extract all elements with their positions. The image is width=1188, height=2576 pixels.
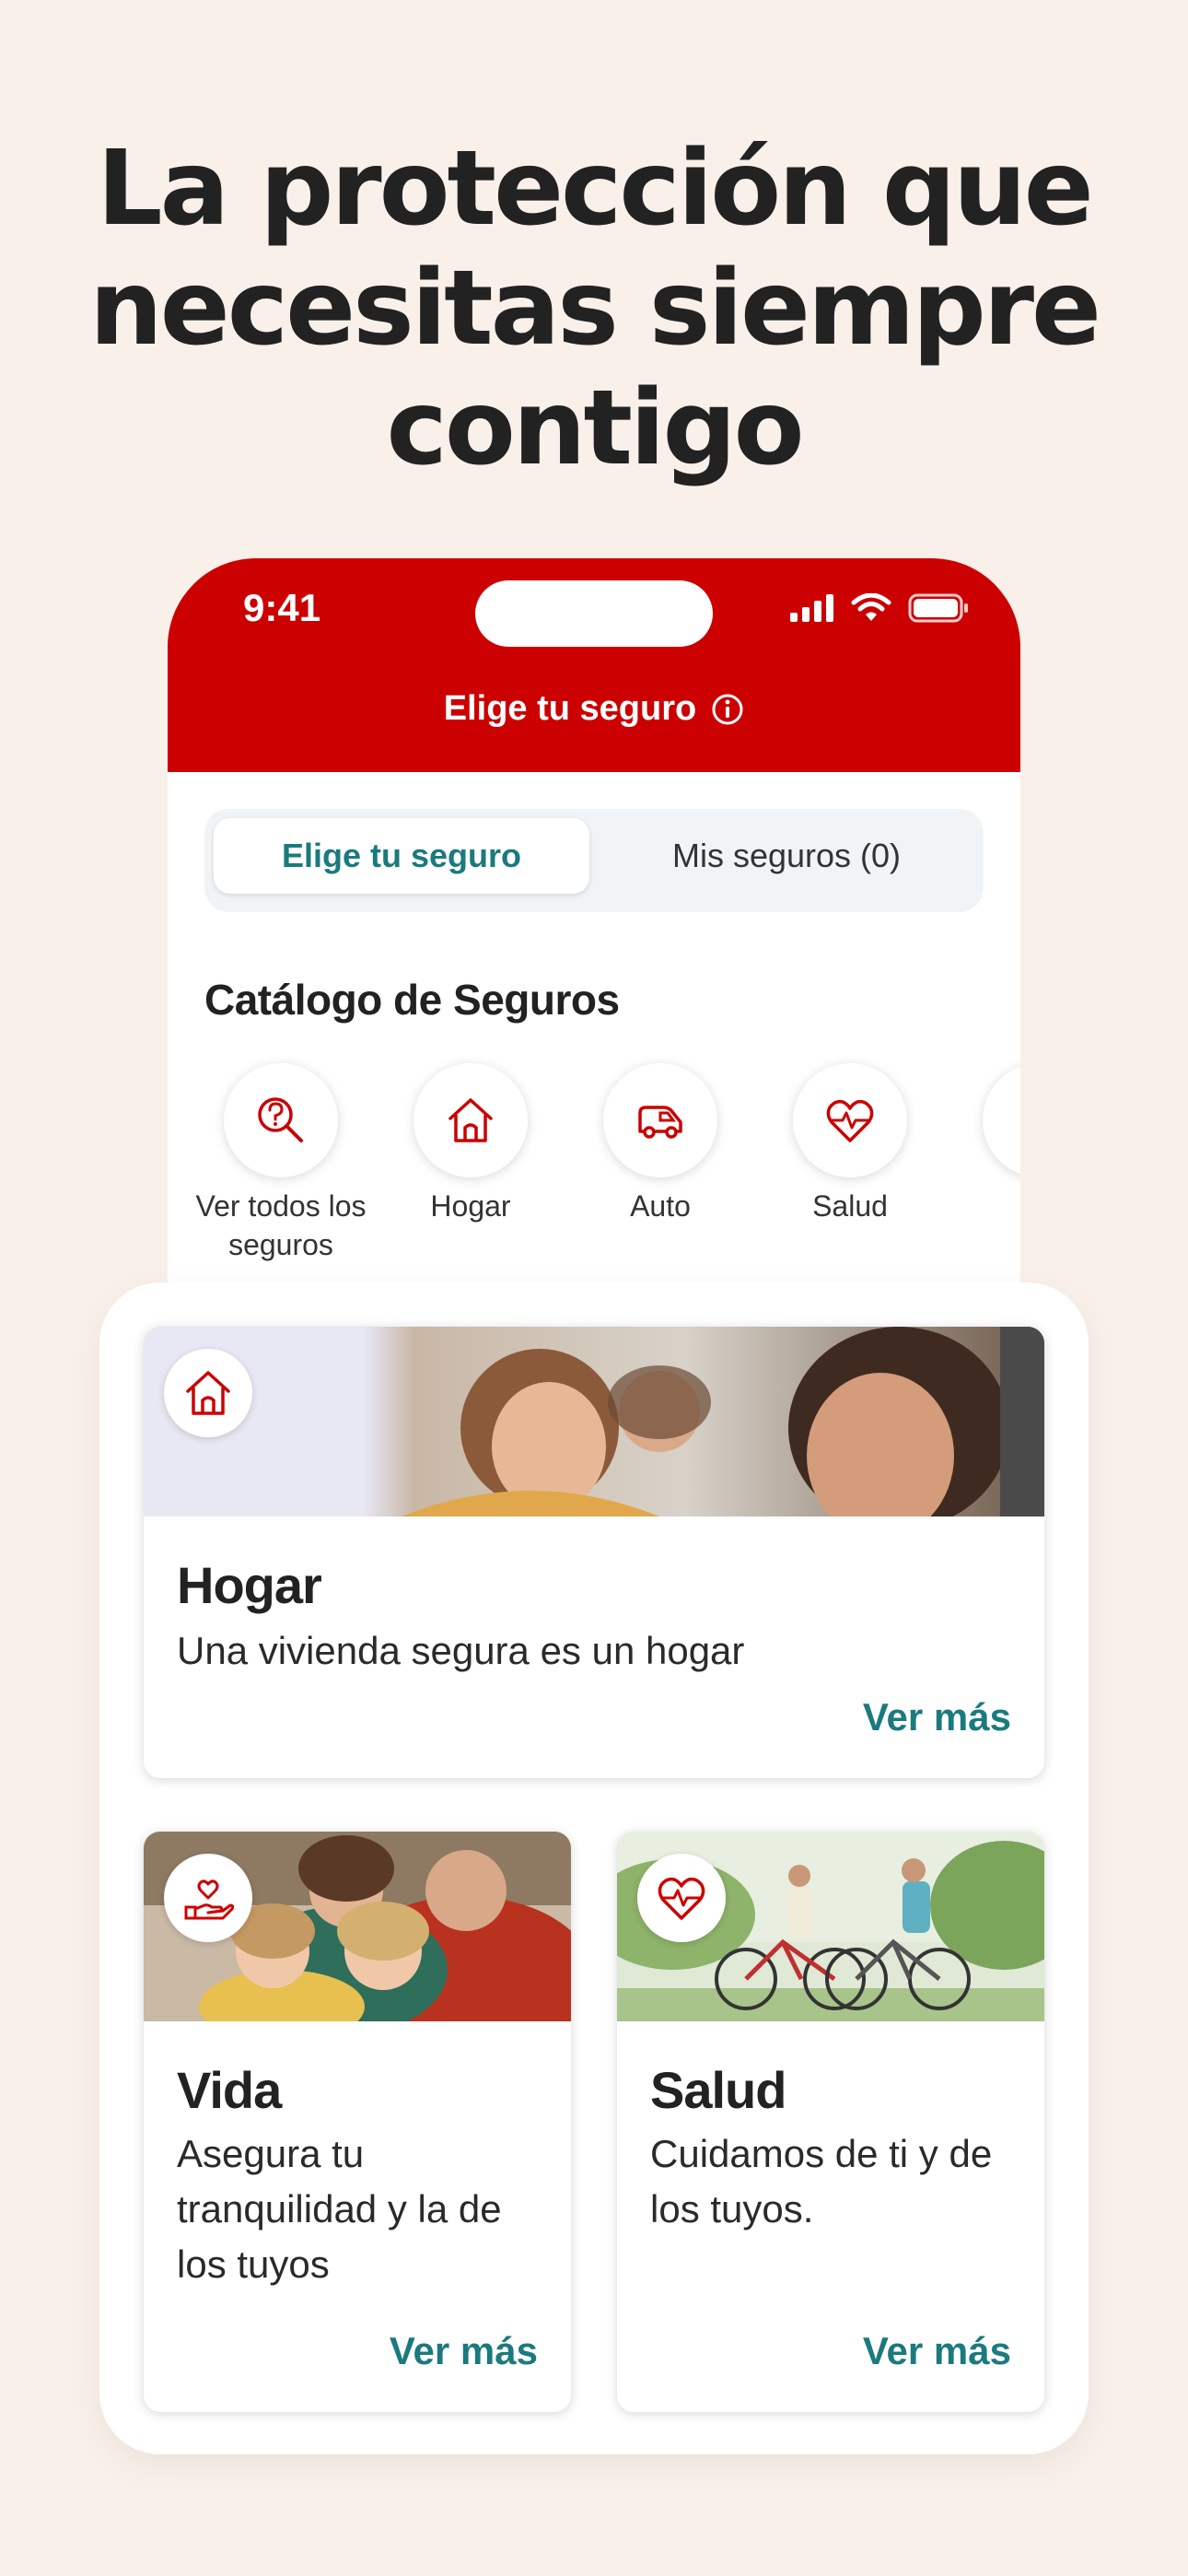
catalog-item-label: Ver todos los seguros [195,1189,367,1261]
headline-line-1: La protección que [97,129,1094,249]
card-salud-badge [637,1854,726,1942]
promo-headline: La protección que necesitas siempre cont… [0,129,1188,488]
catalog-item-more[interactable]: M [945,1063,1020,1225]
search-question-icon [258,1097,303,1142]
card-hogar-image [144,1327,1044,1516]
catalog-item-label: Auto [630,1189,691,1223]
card-vida-title: Vida [177,2061,282,2119]
car-icon [638,1106,682,1139]
card-hogar-badge [164,1349,252,1437]
catalog-item-salud[interactable]: Salud [755,1063,945,1225]
catalog-icon-circle [413,1063,528,1177]
home-icon [186,1371,230,1415]
headline-line-2: necesitas siempre [89,249,1101,369]
catalog-icon-circle [603,1063,717,1177]
segmented-control: Elige tu seguro Mis seguros (0) [204,809,984,912]
signal-icon [790,594,833,622]
partial-icon [1012,1093,1020,1148]
tab-elige-tu-seguro[interactable]: Elige tu seguro [214,818,589,894]
card-vida[interactable]: Vida Asegura tu tranquilidad y la de los… [144,1832,571,2412]
card-vida-badge [164,1854,252,1942]
info-icon[interactable] [711,693,744,726]
card-salud[interactable]: Salud Cuidamos de ti y de los tuyos. Ver… [617,1832,1044,2412]
catalog-item-auto[interactable]: Auto [565,1063,755,1225]
family-photo [144,1327,1044,1516]
catalog-item-hogar[interactable]: Hogar [376,1063,565,1225]
app-header: 9:41 Elige tu seguro [168,558,1020,772]
header-title: Elige tu seguro [168,689,1020,729]
tab-mis-seguros[interactable]: Mis seguros (0) [599,818,974,894]
catalog-item-label: Hogar [430,1189,511,1223]
card-vida-description: Asegura tu tranquilidad y la de los tuyo… [177,2132,502,2286]
catalog-icon-circle [983,1063,1020,1177]
status-time: 9:41 [243,586,321,629]
catalog-item-ver-todos[interactable]: Ver todos los seguros [186,1063,376,1264]
catalog-icon-circle [793,1063,907,1177]
heart-pulse-icon [658,1877,705,1920]
card-hogar[interactable]: Hogar Una vivienda segura es un hogar Ve… [144,1327,1044,1778]
status-icons [790,593,969,623]
catalog-item-label: M [945,1187,1020,1225]
card-hogar-link[interactable]: Ver más [863,1695,1011,1739]
wifi-icon [851,593,891,621]
card-salud-description: Cuidamos de ti y de los tuyos. [650,2132,993,2231]
dynamic-island [475,580,713,647]
catalog-item-label: Salud [812,1189,888,1223]
battery-icon [908,593,968,623]
home-icon [448,1098,493,1142]
card-hogar-title: Hogar [177,1556,322,1614]
catalog-icon-circle [224,1063,338,1177]
cards-panel: Hogar Una vivienda segura es un hogar Ve… [99,1282,1089,2454]
catalog-title: Catálogo de Seguros [204,976,620,1024]
headline-line-3: contigo [386,369,804,488]
card-salud-link[interactable]: Ver más [863,2329,1011,2373]
card-hogar-description: Una vivienda segura es un hogar [177,1629,745,1672]
heart-pulse-icon [826,1099,874,1142]
card-vida-link[interactable]: Ver más [390,2329,538,2373]
hand-heart-icon [184,1879,235,1920]
header-title-text: Elige tu seguro [443,689,697,728]
catalog-carousel: Ver todos los seguros Hogar Auto Salud [168,1063,1020,1284]
card-salud-title: Salud [650,2061,786,2119]
